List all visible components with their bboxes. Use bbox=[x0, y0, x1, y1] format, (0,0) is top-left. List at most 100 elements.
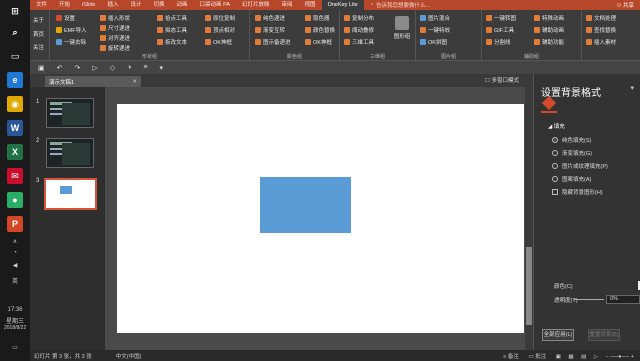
shape-group-button[interactable]: 图形组 bbox=[392, 16, 412, 40]
tell-me-search[interactable]: ♀ 告诉我您想要做什么... bbox=[370, 1, 430, 9]
document-tab[interactable]: 演示文稿1 ✕ bbox=[45, 76, 141, 87]
undo-icon[interactable]: ↶ bbox=[57, 64, 63, 72]
menu-tab[interactable]: 视图 bbox=[299, 0, 322, 10]
ribbon-button[interactable]: 拆改文本 bbox=[157, 38, 187, 46]
ribbon-button[interactable]: 原位复制 bbox=[205, 14, 235, 22]
language-status[interactable]: 中文(中国) bbox=[116, 352, 142, 360]
menu-tab[interactable]: OneKey Lite bbox=[321, 0, 364, 10]
pane-options-icon[interactable]: ▾ bbox=[630, 84, 634, 92]
app-icon[interactable]: ✉ bbox=[7, 168, 23, 184]
reset-background-button[interactable]: 重置背景(B) bbox=[588, 329, 620, 341]
menu-tab[interactable]: 开始 bbox=[53, 0, 76, 10]
ribbon-button[interactable]: 一键去除 bbox=[56, 38, 86, 46]
taskview-icon[interactable]: ▭ bbox=[7, 48, 23, 64]
menu-tab[interactable]: 幻灯片放映 bbox=[236, 0, 276, 10]
windows-start-icon[interactable]: ⊞ bbox=[7, 3, 23, 19]
gradient-fill-radio[interactable]: 渐变填充(G) bbox=[552, 149, 592, 157]
powerpoint-icon[interactable]: P bbox=[7, 216, 23, 232]
ribbon-button[interactable]: 取色器 bbox=[305, 14, 330, 22]
ribbon-button[interactable]: 辅助功能 bbox=[534, 38, 564, 46]
ribbon-button[interactable]: 特殊动画 bbox=[534, 14, 564, 22]
menu-tab[interactable]: 动画 bbox=[171, 0, 194, 10]
shapes-icon[interactable]: ◇ bbox=[110, 64, 115, 72]
menu-tab[interactable]: iSlide bbox=[76, 0, 101, 10]
blue-rectangle-shape[interactable] bbox=[260, 177, 351, 233]
slideshow-view-icon[interactable]: ▷ bbox=[594, 354, 598, 360]
ribbon-button[interactable]: 颜色替换 bbox=[305, 26, 335, 34]
ribbon-button[interactable]: 图示备递进 bbox=[255, 38, 291, 46]
slide-thumbnail-2[interactable] bbox=[46, 138, 94, 168]
word-icon[interactable]: W bbox=[7, 120, 23, 136]
ribbon-button[interactable]: 复制分布 bbox=[344, 14, 374, 22]
solid-fill-radio[interactable]: 纯色填充(S) bbox=[552, 136, 591, 144]
ribbon-button[interactable]: 纯色递进 bbox=[255, 14, 285, 22]
normal-view-icon[interactable]: ▣ bbox=[556, 354, 561, 360]
vertical-scrollbar[interactable] bbox=[525, 87, 533, 350]
ribbon-button[interactable]: 设置 bbox=[56, 14, 75, 22]
ribbon-button[interactable]: OK神框 bbox=[205, 38, 232, 46]
ribbon-button[interactable]: 拟态工具 bbox=[157, 26, 187, 34]
ribbon-button[interactable]: 一键转图 bbox=[486, 14, 516, 22]
excel-icon[interactable]: X bbox=[7, 144, 23, 160]
transparency-slider[interactable] bbox=[574, 299, 604, 300]
ribbon-button[interactable]: 尺寸递进 bbox=[100, 24, 130, 32]
tray-expand-icon[interactable]: ∧ bbox=[4, 238, 26, 245]
scrollbar-thumb[interactable] bbox=[526, 247, 532, 325]
ribbon-button[interactable]: 拾点工具 bbox=[157, 14, 187, 22]
ribbon-button[interactable]: 查找替换 bbox=[586, 26, 616, 34]
ime-indicator[interactable]: 英 bbox=[4, 276, 26, 285]
multi-window-toggle[interactable]: ☐ 多窗口模式 bbox=[485, 76, 519, 84]
ribbon-follow[interactable]: 关注 bbox=[33, 43, 44, 51]
menu-tab[interactable]: 插入 bbox=[101, 0, 124, 10]
wechat-icon[interactable]: ● bbox=[7, 192, 23, 208]
ribbon-home[interactable]: 首页 bbox=[33, 30, 44, 38]
align-icon[interactable]: ≡ bbox=[143, 64, 147, 71]
ribbon-button[interactable]: 图片混合 bbox=[420, 14, 450, 22]
ribbon-button[interactable]: 三维工具 bbox=[344, 38, 374, 46]
search-icon[interactable]: ⌕ bbox=[7, 24, 23, 40]
chrome-icon[interactable]: ◉ bbox=[7, 96, 23, 112]
ribbon-button[interactable]: 分割线 bbox=[486, 38, 511, 46]
save-icon[interactable]: ▣ bbox=[38, 64, 45, 72]
ribbon-button[interactable]: EMF导入 bbox=[56, 26, 87, 34]
customize-qat-icon[interactable]: ▾ bbox=[159, 64, 163, 72]
picture-fill-radio[interactable]: 图片或纹理填充(P) bbox=[552, 162, 608, 170]
sorter-view-icon[interactable]: ▦ bbox=[568, 354, 573, 360]
slide[interactable] bbox=[117, 104, 524, 333]
menu-tab[interactable]: 切换 bbox=[148, 0, 171, 10]
ribbon-button[interactable]: 插入形状 bbox=[100, 14, 130, 22]
ribbon-button[interactable]: OK神框 bbox=[305, 38, 332, 46]
tray-volume-icon[interactable]: ◀ bbox=[4, 262, 26, 269]
menu-tab[interactable]: 审阅 bbox=[276, 0, 299, 10]
redo-icon[interactable]: ↷ bbox=[75, 64, 81, 72]
start-slideshow-icon[interactable]: ▷ bbox=[92, 64, 97, 72]
ribbon-button[interactable]: 插入素材 bbox=[586, 38, 616, 46]
color-icon[interactable]: ◑ bbox=[127, 64, 131, 71]
ribbon-button[interactable]: OK拼图 bbox=[420, 38, 447, 46]
share-button[interactable]: ⚇ 共享 bbox=[617, 1, 634, 9]
slide-thumbnail-1[interactable] bbox=[46, 98, 94, 128]
comments-button[interactable]: ▭ 批注 bbox=[528, 354, 546, 360]
zoom-slider[interactable]: − ──●── + bbox=[606, 354, 634, 360]
ribbon-button[interactable]: GIF工具 bbox=[486, 26, 514, 34]
ribbon-button[interactable]: 顶点相对 bbox=[205, 26, 235, 34]
pattern-fill-radio[interactable]: 图案填充(A) bbox=[552, 175, 591, 183]
reading-view-icon[interactable]: ▤ bbox=[581, 354, 586, 360]
hide-background-checkbox[interactable]: 隐藏背景图形(H) bbox=[552, 188, 603, 196]
notification-icon[interactable]: ▭ bbox=[4, 344, 26, 351]
menu-tab[interactable]: 文件 bbox=[30, 0, 53, 10]
notes-button[interactable]: ≡ 备注 bbox=[503, 354, 519, 360]
slide-thumbnail-3[interactable] bbox=[44, 178, 97, 210]
menu-tab[interactable]: 口袋动画 PA bbox=[194, 0, 236, 10]
edge-icon[interactable]: e bbox=[7, 72, 23, 88]
ribbon-button[interactable]: 辅助动画 bbox=[534, 26, 564, 34]
ribbon-button[interactable]: 对齐递进 bbox=[100, 34, 130, 42]
apply-to-all-button[interactable]: 全部应用(L) bbox=[542, 329, 574, 341]
transparency-input[interactable]: 0% bbox=[606, 295, 640, 304]
ribbon-button[interactable]: 一键特效 bbox=[420, 26, 450, 34]
clock-time[interactable]: 17:36 bbox=[4, 307, 26, 313]
tray-network-icon[interactable]: ◔ bbox=[4, 250, 26, 256]
menu-tab[interactable]: 设计 bbox=[125, 0, 148, 10]
close-tab-icon[interactable]: ✕ bbox=[132, 79, 137, 85]
ribbon-about[interactable]: 关于 bbox=[33, 16, 44, 24]
